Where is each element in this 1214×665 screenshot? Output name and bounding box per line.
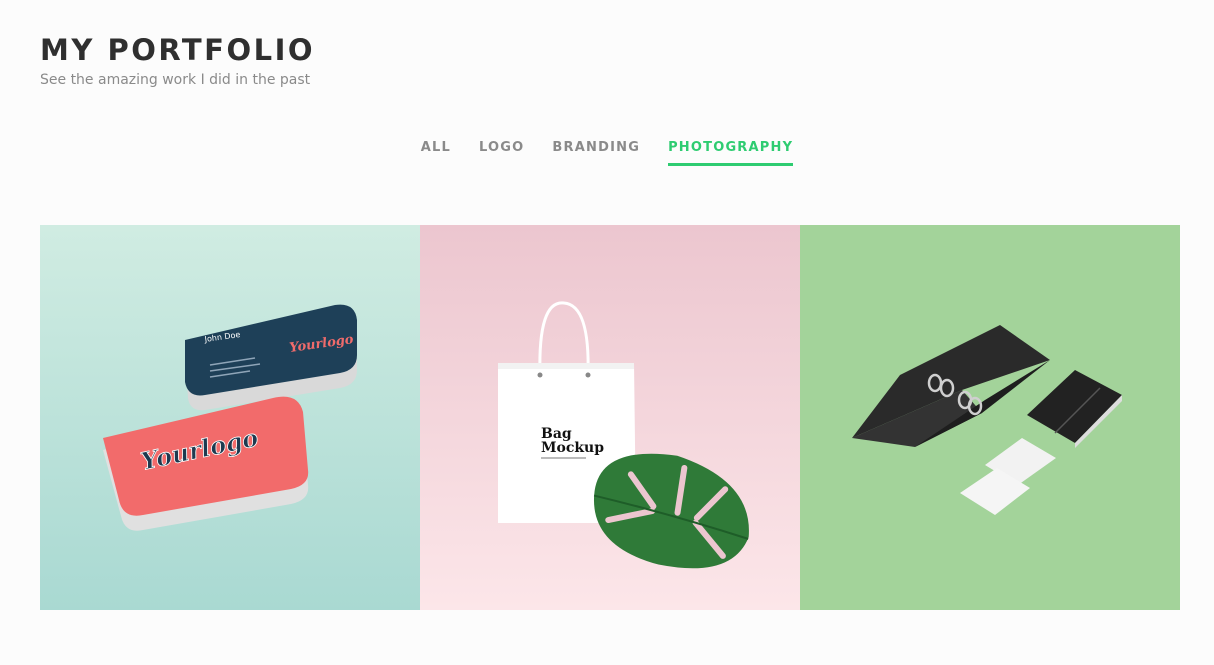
filter-branding[interactable]: BRANDING — [552, 138, 640, 166]
portfolio-filter-nav: ALL LOGO BRANDING PHOTOGRAPHY — [0, 138, 1214, 166]
page-title: MY PORTFOLIO — [40, 33, 316, 67]
portfolio-item-stationery[interactable] — [800, 225, 1180, 610]
page-subtitle: See the amazing work I did in the past — [40, 72, 311, 88]
portfolio-grid: John Doe Yourlogo Yourlogo Bag Mockup — [40, 225, 1180, 610]
stationery-mockup-icon — [800, 225, 1180, 610]
portfolio-item-business-cards[interactable]: John Doe Yourlogo Yourlogo — [40, 225, 420, 610]
shopping-bag-mockup-icon: Bag Mockup — [420, 225, 800, 610]
bag-label-line2: Mockup — [541, 440, 604, 456]
business-cards-mockup-icon: John Doe Yourlogo Yourlogo — [40, 225, 420, 610]
page-header: MY PORTFOLIO See the amazing work I did … — [40, 30, 315, 88]
filter-logo[interactable]: LOGO — [479, 138, 524, 166]
portfolio-item-shopping-bag[interactable]: Bag Mockup — [420, 225, 800, 610]
filter-photography[interactable]: PHOTOGRAPHY — [668, 138, 794, 166]
filter-all[interactable]: ALL — [421, 138, 451, 166]
